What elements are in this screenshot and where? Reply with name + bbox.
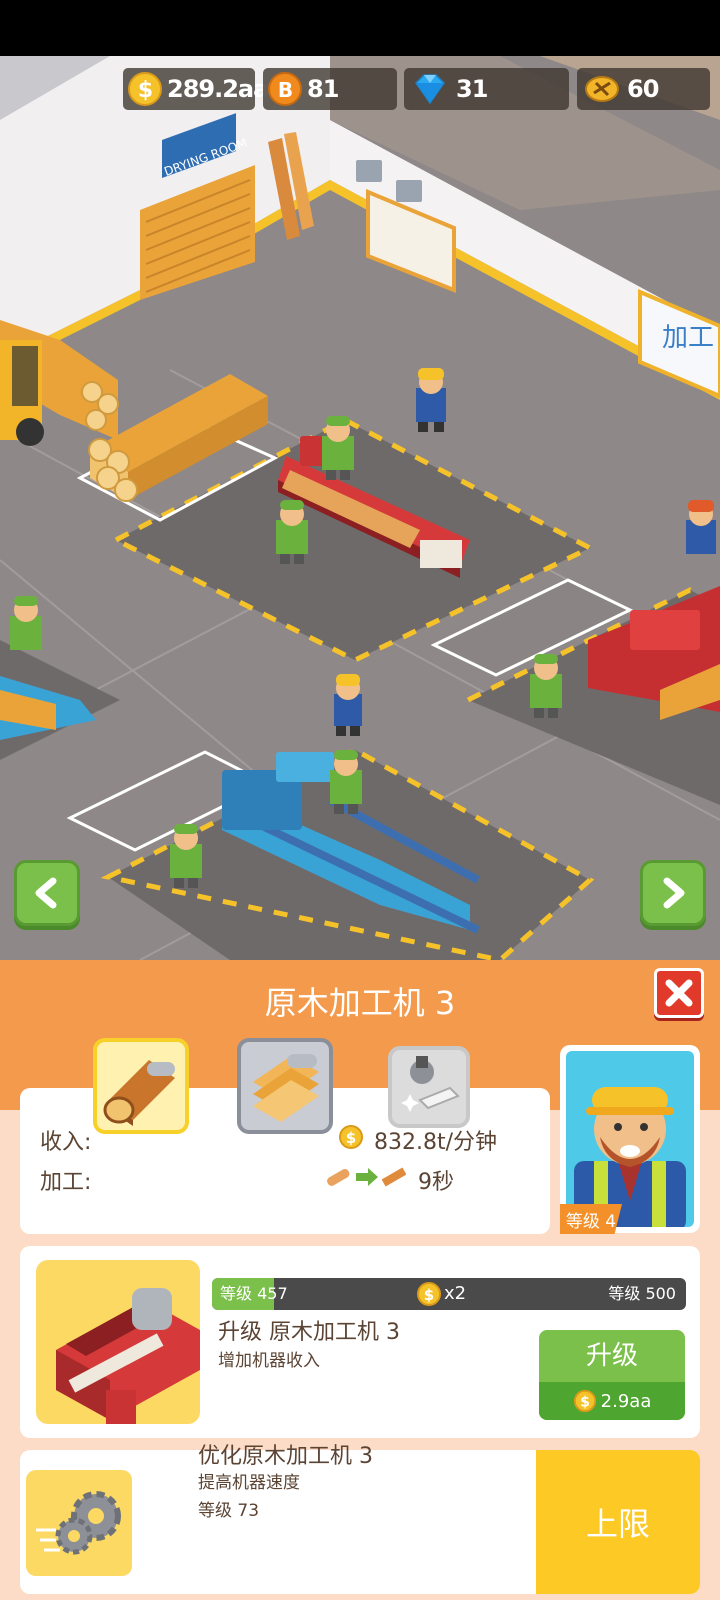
svg-text:B: B [278, 78, 292, 102]
ticket-currency[interactable]: 60 [577, 68, 710, 110]
tab-planks[interactable] [237, 1038, 333, 1134]
panel-title: 原木加工机 3 [264, 984, 456, 1022]
svg-text:$: $ [346, 1129, 356, 1147]
upgrade-cost: 2.9aa [600, 1390, 652, 1412]
gem-currency[interactable]: 31 [404, 68, 569, 110]
optimize-subtitle: 提高机器速度 [198, 1473, 300, 1493]
upgrade-button-label: 升级 [585, 1341, 638, 1371]
factory-floor-illustration: DRYING ROOM 加工 [0, 56, 720, 960]
machine-thumbnail [36, 1260, 200, 1424]
next-button[interactable] [640, 860, 706, 926]
upgrade-progress-bar: 等级 457 $ x2 等级 500 [212, 1278, 686, 1310]
dollar-coin-icon: $ [417, 1282, 441, 1306]
upgrade-button[interactable]: 升级 $ 2.9aa [539, 1330, 685, 1420]
gem-amount: 31 [456, 75, 488, 103]
gold-currency[interactable]: $ 289.2aa [123, 68, 269, 110]
upgrade-subtitle: 增加机器收入 [218, 1351, 320, 1371]
svg-text:$: $ [580, 1395, 590, 1411]
bitcoin-coin-icon: B [268, 72, 302, 106]
optimize-thumbnail [26, 1470, 132, 1576]
planks-icon [253, 1054, 319, 1122]
log-icon [103, 1060, 175, 1126]
dollar-coin-icon: $ [573, 1389, 596, 1413]
gear-speed-icon [36, 1491, 121, 1555]
chevron-right-icon [663, 877, 685, 909]
tab-polished-board[interactable] [388, 1046, 470, 1128]
ticket-amount: 60 [627, 75, 659, 103]
gold-amount: 289.2aa [167, 75, 269, 103]
svg-text:$: $ [138, 78, 152, 103]
saw-machine-icon [56, 1288, 200, 1424]
target-level: 等级 500 [608, 1284, 676, 1303]
income-value: 832.8t/分钟 [374, 1130, 498, 1155]
previous-button[interactable] [14, 860, 80, 926]
income-multiplier: x2 [444, 1283, 467, 1304]
factory-scene[interactable]: DRYING ROOM 加工 [0, 56, 720, 960]
diamond-icon [415, 74, 445, 105]
svg-text:$: $ [424, 1286, 434, 1304]
close-button[interactable] [654, 968, 704, 1018]
process-label: 加工: [40, 1170, 92, 1195]
status-bar [0, 0, 720, 56]
upgrade-title: 升级 原木加工机 3 [218, 1320, 400, 1345]
coin-amount: 81 [307, 75, 339, 103]
manager-level-badge: 等级 4 [560, 1204, 622, 1234]
chevron-left-icon [35, 877, 57, 909]
close-icon [665, 979, 693, 1007]
dollar-coin-icon: $ [128, 72, 162, 106]
tab-log-processor[interactable] [93, 1038, 189, 1134]
grinder-icon [401, 1056, 460, 1112]
manager-avatar [574, 1087, 686, 1227]
dollar-coin-icon: $ [339, 1125, 363, 1149]
log-to-plank-icon [327, 1167, 406, 1187]
current-level: 等级 457 [220, 1284, 288, 1303]
coin-currency[interactable]: B 81 [263, 68, 397, 110]
gold-ticket-icon [585, 76, 619, 102]
optimize-max-button[interactable]: 上限 [536, 1450, 700, 1594]
optimize-level: 等级 73 [198, 1501, 260, 1521]
wall-sign: 加工 [662, 323, 714, 353]
process-time: 9秒 [418, 1170, 454, 1195]
income-label: 收入: [40, 1130, 92, 1155]
optimize-title: 优化原木加工机 3 [198, 1444, 373, 1469]
